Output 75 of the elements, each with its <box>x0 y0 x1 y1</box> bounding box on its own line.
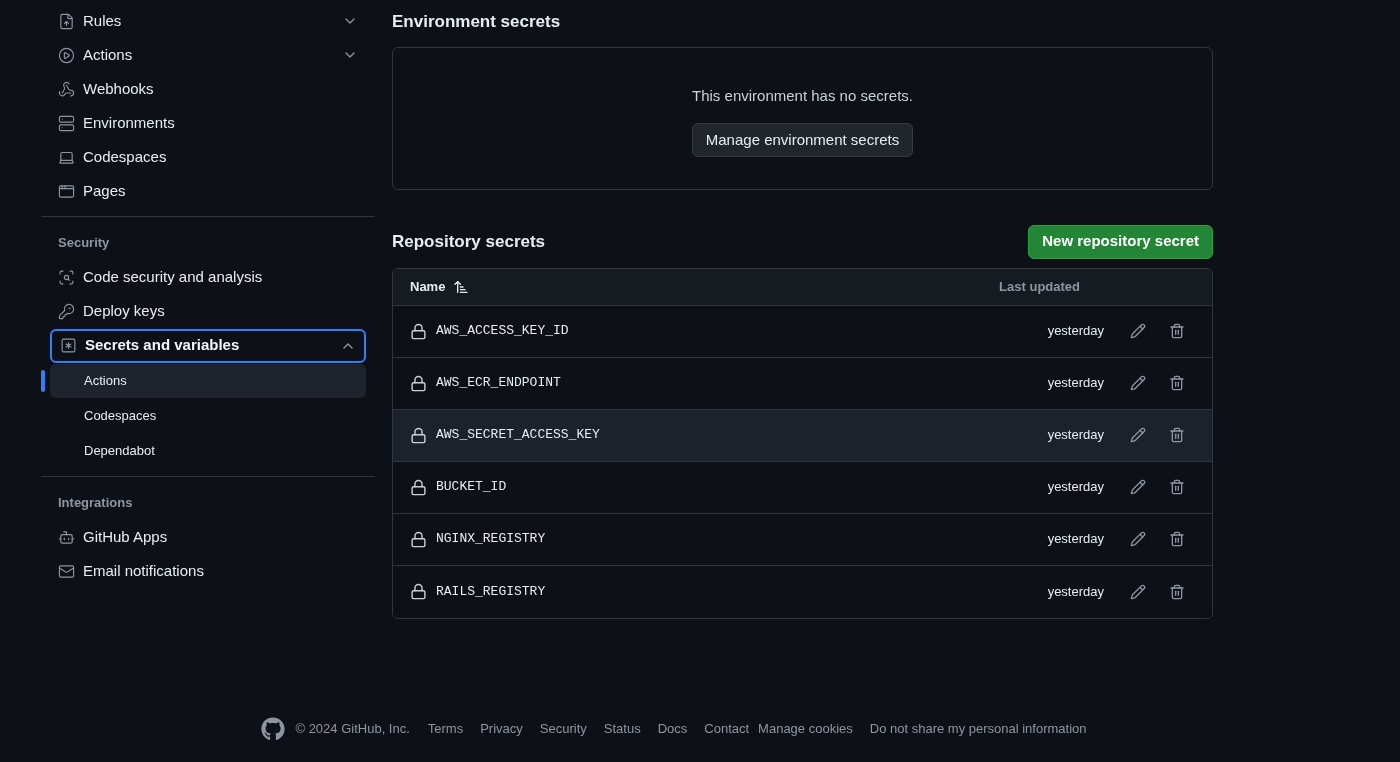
lock-icon <box>410 374 427 392</box>
updated-time: yesterday <box>1047 322 1104 341</box>
github-logo-icon[interactable] <box>261 717 286 741</box>
secret-name: RAILS_REGISTRY <box>436 582 546 601</box>
footer-link[interactable]: Manage cookies <box>758 719 853 739</box>
lock-icon <box>410 530 427 548</box>
footer-link[interactable]: Contact <box>704 719 750 739</box>
footer-link[interactable]: Status <box>603 719 641 739</box>
edit-icon[interactable] <box>1130 531 1146 547</box>
updated-time: yesterday <box>1047 478 1104 497</box>
column-header: Name <box>410 277 446 296</box>
secret-name: AWS_ECR_ENDPOINT <box>436 374 561 393</box>
robot-icon <box>58 528 75 546</box>
edit-icon[interactable] <box>1130 375 1146 391</box>
updated-time: yesterday <box>1047 426 1104 445</box>
sidebar-item[interactable]: Pages <box>50 174 366 208</box>
footer-link[interactable]: Privacy <box>480 719 523 739</box>
updated-time: yesterday <box>1047 530 1104 549</box>
manage-secrets-button[interactable]: Manage environment secrets <box>691 123 914 157</box>
delete-icon[interactable] <box>1169 427 1185 443</box>
section-heading: Integrations <box>57 493 134 512</box>
sidebar-item[interactable]: Actions <box>50 38 366 72</box>
sidebar-item[interactable]: Rules <box>50 4 366 38</box>
selection-indicator <box>41 369 45 392</box>
empty-message: This environment has no secrets. <box>692 85 913 106</box>
play-circle-icon <box>58 46 75 64</box>
file-upload-icon <box>58 12 75 30</box>
edit-icon[interactable] <box>1130 583 1146 600</box>
delete-icon[interactable] <box>1169 583 1185 600</box>
column-header: Last updated <box>999 277 1080 296</box>
updated-time: yesterday <box>1047 374 1104 393</box>
key-icon <box>58 303 75 320</box>
edit-icon[interactable] <box>1130 427 1146 443</box>
sort-icon[interactable] <box>453 278 470 295</box>
sidebar-subitem[interactable]: Codespaces <box>50 398 366 433</box>
secret-name: AWS_SECRET_ACCESS_KEY <box>436 426 600 445</box>
server-icon <box>58 114 75 132</box>
sidebar-item[interactable]: Email notifications <box>50 554 366 588</box>
sidebar-subitem[interactable]: Dependabot <box>50 433 366 468</box>
code-scan-icon <box>58 269 75 286</box>
section-heading: Security <box>57 234 111 252</box>
section-title: Environment secrets <box>392 11 562 33</box>
footer-link[interactable]: Terms <box>427 719 464 739</box>
secret-name: AWS_ACCESS_KEY_ID <box>436 322 569 341</box>
webhook-icon <box>58 80 75 98</box>
footer-link[interactable]: Security <box>539 719 587 739</box>
delete-icon[interactable] <box>1169 531 1185 547</box>
delete-icon[interactable] <box>1169 323 1185 339</box>
copyright-text: © 2024 GitHub, Inc. <box>295 720 410 739</box>
footer-link[interactable]: Docs <box>657 719 688 739</box>
delete-icon[interactable] <box>1169 375 1185 391</box>
sidebar-subitem[interactable]: Actions <box>50 363 366 398</box>
footer-link[interactable]: Do not share my personal information <box>869 719 1087 739</box>
sidebar-item[interactable]: Deploy keys <box>50 294 366 329</box>
lock-icon <box>410 322 427 340</box>
asterisk-square-icon <box>60 337 77 354</box>
sidebar-item[interactable]: Environments <box>50 106 366 140</box>
sidebar-item[interactable]: Secrets and variables <box>50 328 366 363</box>
delete-icon[interactable] <box>1169 479 1185 495</box>
secret-name: NGINX_REGISTRY <box>436 530 546 549</box>
sidebar-item[interactable]: Code security and analysis <box>50 260 366 295</box>
updated-time: yesterday <box>1047 582 1104 601</box>
sidebar-item[interactable]: Webhooks <box>50 72 366 106</box>
lock-icon <box>410 426 427 444</box>
sidebar-item[interactable]: Codespaces <box>50 140 366 174</box>
mail-icon <box>58 562 75 580</box>
secret-name: BUCKET_ID <box>436 478 507 497</box>
lock-icon <box>410 583 427 600</box>
lock-icon <box>410 478 427 496</box>
edit-icon[interactable] <box>1130 323 1146 339</box>
edit-icon[interactable] <box>1130 479 1146 495</box>
sidebar-item[interactable]: GitHub Apps <box>50 520 366 554</box>
new-secret-button[interactable]: New repository secret <box>1028 224 1213 259</box>
section-title: Repository secrets <box>392 230 546 253</box>
browser-window-icon <box>58 182 75 200</box>
